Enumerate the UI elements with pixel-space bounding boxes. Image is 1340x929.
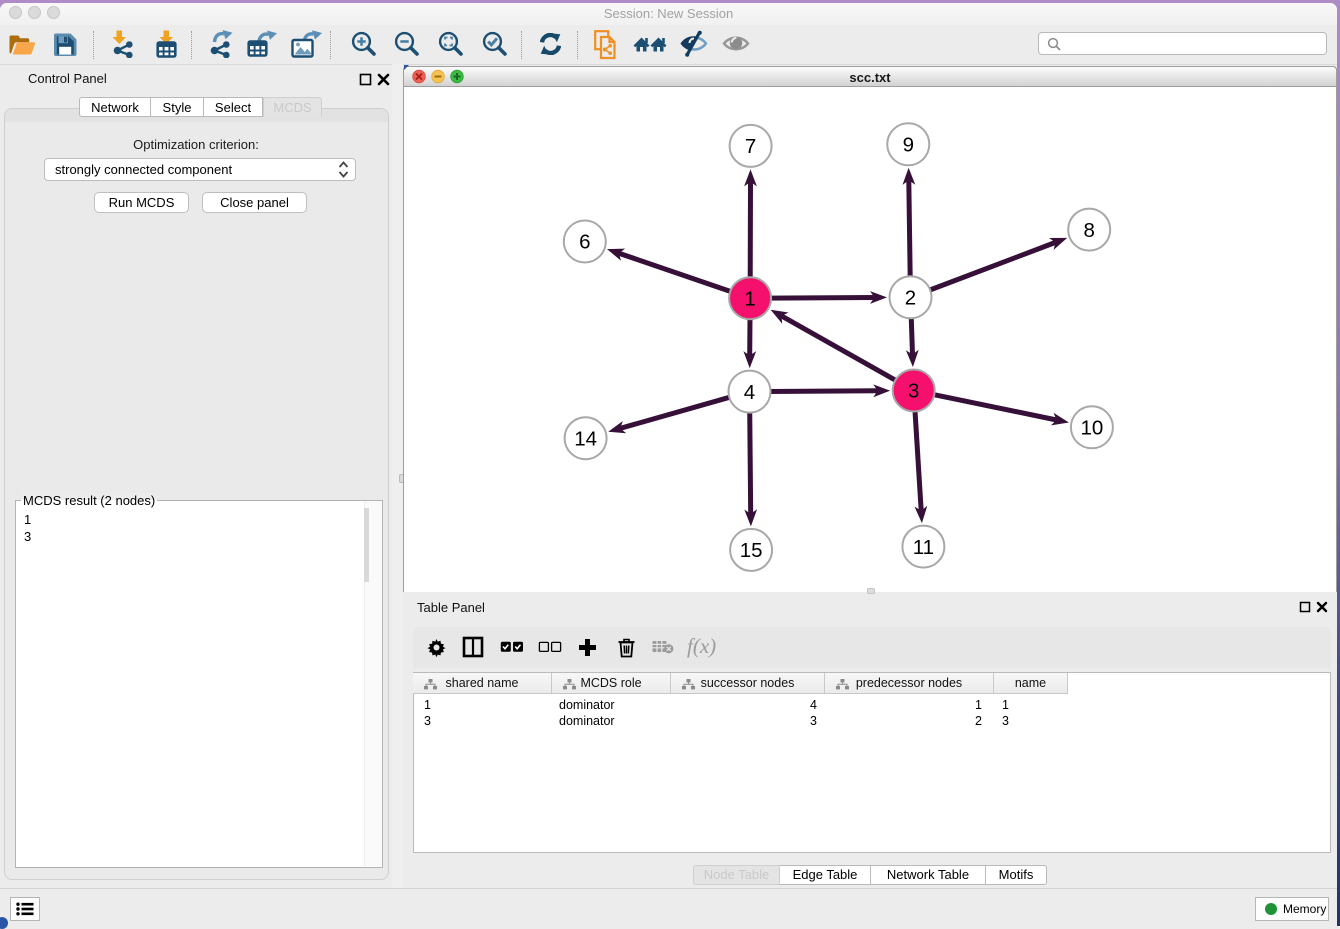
svg-text:14: 14 bbox=[574, 427, 597, 450]
svg-text:4: 4 bbox=[744, 381, 755, 404]
svg-text:2: 2 bbox=[905, 287, 916, 310]
svg-text:10: 10 bbox=[1080, 417, 1103, 440]
svg-text:6: 6 bbox=[579, 231, 590, 254]
svg-text:3: 3 bbox=[908, 380, 919, 403]
svg-text:7: 7 bbox=[745, 135, 756, 158]
svg-text:9: 9 bbox=[903, 134, 914, 157]
svg-text:15: 15 bbox=[740, 539, 763, 562]
svg-text:11: 11 bbox=[913, 536, 934, 559]
svg-text:1: 1 bbox=[744, 287, 755, 310]
svg-text:8: 8 bbox=[1083, 219, 1094, 242]
